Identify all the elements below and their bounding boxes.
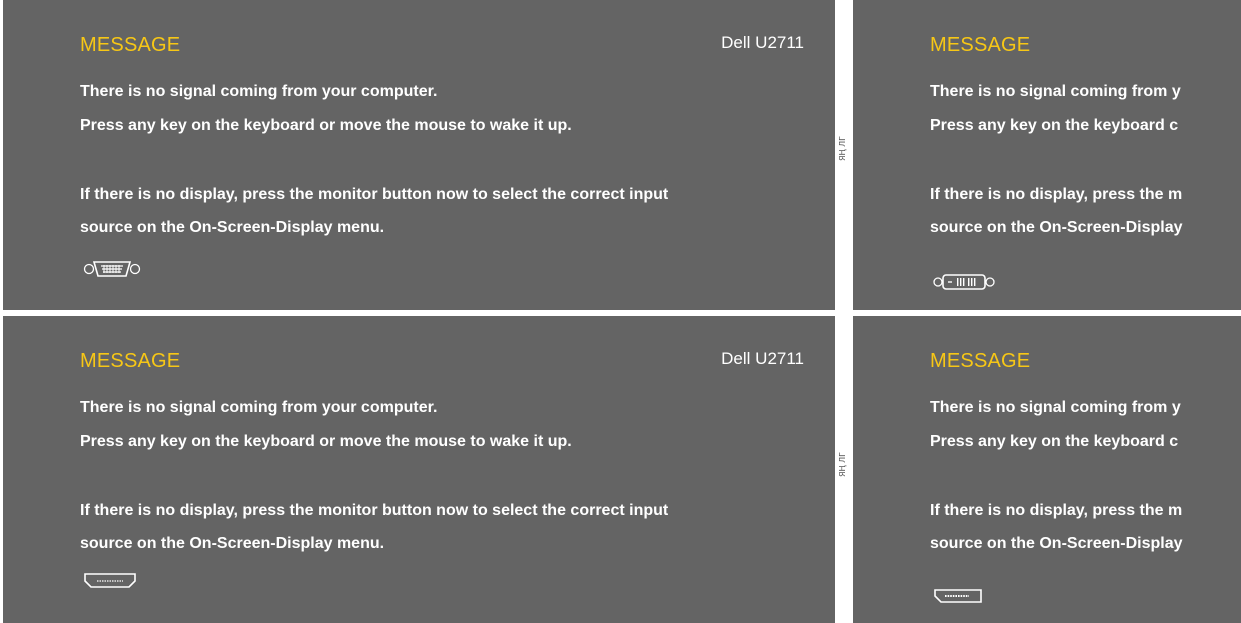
message-title: MESSAGE <box>930 34 1031 56</box>
osd-menu-text: source on the On-Screen-Display menu. <box>80 219 385 236</box>
osd-message-panel-displayport: MESSAGE There is no signal coming from y… <box>853 316 1241 623</box>
no-signal-text: There is no signal coming from your comp… <box>80 83 438 100</box>
osd-message-panel-dvi: MESSAGE There is no signal coming from y… <box>853 0 1241 310</box>
input-select-instruction-text: If there is no display, press the m <box>930 186 1183 203</box>
no-signal-text: There is no signal coming from your comp… <box>80 399 438 416</box>
osd-menu-text: source on the On-Screen-Display menu. <box>80 535 385 552</box>
message-title: MESSAGE <box>80 34 181 56</box>
input-select-instruction-text: If there is no display, press the monito… <box>80 186 669 203</box>
message-title: MESSAGE <box>80 350 181 372</box>
no-signal-text: There is no signal coming from y <box>930 399 1181 416</box>
message-title: MESSAGE <box>930 350 1031 372</box>
wake-instruction-text: Press any key on the keyboard c <box>930 433 1179 450</box>
wake-instruction-text: Press any key on the keyboard or move th… <box>80 117 572 134</box>
no-signal-text: There is no signal coming from y <box>930 83 1181 100</box>
monitor-model: Dell U2711 <box>721 33 804 52</box>
side-label-top: ЯҢ ЛГ <box>838 136 847 162</box>
dvi-connector-icon <box>933 273 995 296</box>
osd-message-panel-vga: MESSAGE Dell U2711 There is no signal co… <box>3 0 835 310</box>
osd-menu-text: source on the On-Screen-Display <box>930 219 1183 236</box>
hdmi-connector-icon <box>83 571 137 594</box>
input-select-instruction-text: If there is no display, press the m <box>930 502 1183 519</box>
monitor-model: Dell U2711 <box>721 349 804 368</box>
osd-message-panel-hdmi: MESSAGE Dell U2711 There is no signal co… <box>3 316 835 623</box>
side-label-bottom: ЯҢ ЛГ <box>838 452 847 478</box>
vga-connector-icon <box>83 259 141 284</box>
wake-instruction-text: Press any key on the keyboard or move th… <box>80 433 572 450</box>
displayport-connector-icon <box>933 588 983 609</box>
wake-instruction-text: Press any key on the keyboard c <box>930 117 1179 134</box>
input-select-instruction-text: If there is no display, press the monito… <box>80 502 669 519</box>
osd-menu-text: source on the On-Screen-Display <box>930 535 1183 552</box>
